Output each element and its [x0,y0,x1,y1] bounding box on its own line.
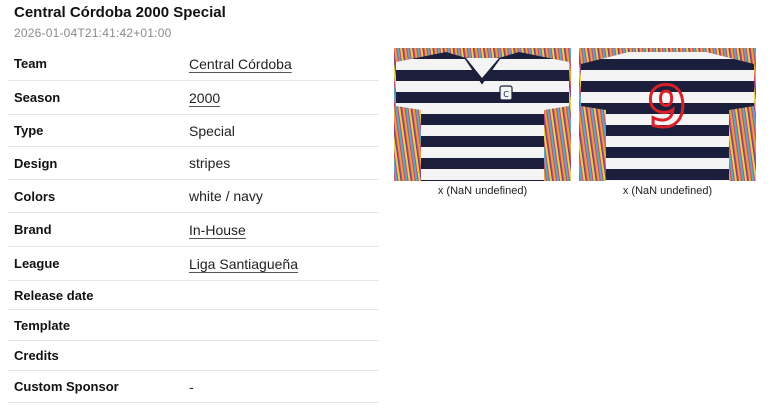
svg-text:C: C [503,90,509,99]
row-label: Template [14,317,71,333]
row-label: Design [14,155,58,171]
row-label: Season [14,90,61,105]
photo-caption: x (NaN undefined) [437,185,528,197]
row-template: Template [8,310,379,341]
jersey-back-photo[interactable]: 9 [579,48,756,181]
row-brand: Brand In-House [8,213,379,247]
page-title: Central Córdoba 2000 Special [14,4,226,21]
custom-sponsor-value: - [189,378,194,395]
row-label: Credits [14,348,59,363]
row-label: League [14,256,60,271]
row-design: Design stripes [8,147,379,180]
row-colors: Colors white / navy [8,180,379,213]
colors-value: white / navy [189,188,263,204]
row-label: Team [14,56,47,71]
timestamp: 2026-01-04T21:41:42+01:00 [14,26,172,40]
svg-text:9: 9 [648,75,687,140]
league-link[interactable]: Liga Santiagueña [189,256,298,272]
season-link[interactable]: 2000 [189,90,220,106]
row-team: Team Central Córdoba [8,47,379,81]
row-credits: Credits [8,341,379,371]
design-value: stripes [189,155,231,171]
row-season: Season 2000 [8,81,379,115]
row-label: Colors [14,188,56,204]
row-label: Release date [14,287,94,303]
jersey-front-photo[interactable]: C [394,48,571,181]
row-release-date: Release date [8,281,379,310]
row-label: Brand [14,222,52,237]
type-value: Special [189,122,235,139]
row-type: Type Special [8,115,379,147]
row-label: Type [14,123,44,138]
team-link[interactable]: Central Córdoba [189,56,292,72]
photo-caption: x (NaN undefined) [622,185,713,197]
row-league: League Liga Santiagueña [8,247,379,281]
row-label: Custom Sponsor [14,379,119,394]
brand-link[interactable]: In-House [189,222,246,238]
details-table: Team Central Córdoba Season 2000 Type Sp… [8,47,379,403]
row-custom-sponsor: Custom Sponsor - [8,371,379,403]
